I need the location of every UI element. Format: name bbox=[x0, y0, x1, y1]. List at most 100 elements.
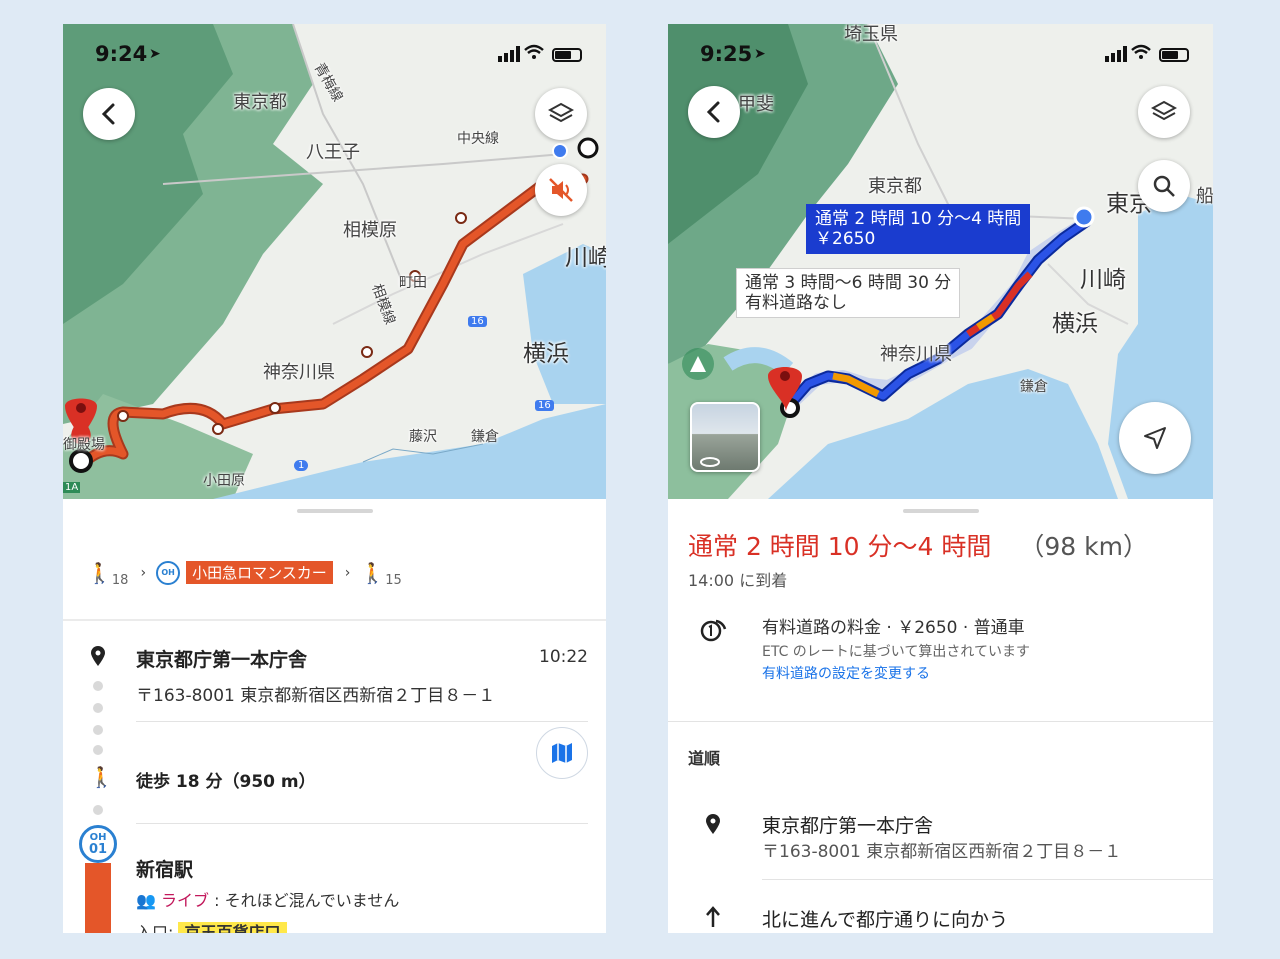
map-label: 横浜 bbox=[523, 341, 569, 367]
divider bbox=[136, 823, 588, 824]
walk-minutes: 15 bbox=[385, 573, 402, 588]
battery-icon bbox=[552, 48, 582, 62]
search-icon bbox=[1153, 175, 1175, 197]
layers-icon bbox=[1151, 100, 1177, 121]
map-label: 相模原 bbox=[343, 220, 397, 241]
alternate-route-callout[interactable]: 通常 3 時間〜6 時間 30 分 有料道路なし bbox=[736, 268, 961, 318]
map-label: 藤沢 bbox=[409, 429, 437, 445]
first-step[interactable]: 北に進んで都庁通りに向かう bbox=[762, 905, 1008, 932]
map-label: 川崎 bbox=[565, 245, 606, 271]
map-label: 中央線 bbox=[457, 131, 499, 147]
alternate-route-duration: 通常 3 時間〜6 時間 30 分 bbox=[745, 273, 952, 293]
live-crowd-status: 👥 ライブ : それほど混んでいません bbox=[136, 887, 399, 911]
walk-icon: 🚶 bbox=[87, 560, 112, 585]
divider bbox=[668, 721, 1213, 722]
battery-icon bbox=[1159, 48, 1189, 62]
selected-route-duration: 通常 2 時間 10 分〜4 時間 bbox=[815, 209, 1022, 229]
location-arrow-icon: ➤ bbox=[754, 46, 766, 62]
route-distance: （98 km） bbox=[1019, 532, 1148, 561]
map-label: 東京都 bbox=[233, 92, 287, 113]
driving-route-map[interactable]: 埼玉県 甲斐 東京都 東京 川崎 横浜 神奈川県 鎌倉 船 通常 2 時間 10… bbox=[668, 24, 1213, 499]
map-label: 船 bbox=[1196, 186, 1213, 207]
origin-time: 10:22 bbox=[539, 647, 588, 667]
map-label: 東京都 bbox=[868, 176, 922, 197]
status-time: 9:25 bbox=[700, 42, 753, 66]
street-view-thumbnail[interactable] bbox=[690, 402, 760, 472]
directions-origin-name: 東京都庁第一本庁舎 bbox=[762, 815, 934, 837]
directions-heading: 道順 bbox=[688, 749, 721, 768]
live-text: : それほど混んでいません bbox=[214, 891, 400, 910]
map-label: 八王子 bbox=[306, 142, 360, 163]
layers-icon bbox=[548, 102, 574, 123]
layers-button[interactable] bbox=[535, 88, 587, 140]
arrival-time: 14:00 に到着 bbox=[688, 571, 788, 590]
route-dot bbox=[93, 805, 103, 815]
change-toll-settings-link[interactable]: 有料道路の設定を変更する bbox=[762, 663, 930, 683]
volume-off-icon bbox=[549, 178, 573, 202]
chevron-left-icon bbox=[706, 101, 720, 123]
arrow-up-icon bbox=[706, 906, 720, 927]
status-time: 9:24 bbox=[95, 42, 148, 66]
people-icon: 👥 bbox=[136, 891, 162, 910]
map-label: 町田 bbox=[399, 275, 427, 291]
walk-map-button[interactable] bbox=[536, 727, 588, 779]
station-badge-number: 01 bbox=[88, 842, 108, 857]
chevron-left-icon bbox=[101, 103, 115, 125]
map-label: 鎌倉 bbox=[471, 429, 499, 445]
live-label: ライブ bbox=[161, 891, 210, 910]
chevron-right-icon: › bbox=[140, 564, 147, 581]
chevron-right-icon: › bbox=[344, 564, 351, 581]
status-bar: 9:24 ➤ bbox=[63, 42, 606, 70]
walk-duration: 徒歩 18 分（950 m） bbox=[136, 772, 316, 792]
layers-button[interactable] bbox=[1138, 86, 1190, 138]
selected-route-callout[interactable]: 通常 2 時間 10 分〜4 時間 ￥2650 bbox=[806, 204, 1031, 254]
sheet-handle[interactable] bbox=[296, 509, 373, 513]
back-button[interactable] bbox=[83, 88, 135, 140]
driving-details-sheet: 通常 2 時間 10 分〜4 時間 （98 km） 14:00 に到着 有料道路の… bbox=[668, 499, 1213, 933]
wifi-icon bbox=[1131, 44, 1151, 59]
back-button[interactable] bbox=[688, 86, 740, 138]
wifi-icon bbox=[524, 44, 544, 59]
search-button[interactable] bbox=[1138, 160, 1190, 212]
selected-route-toll: ￥2650 bbox=[815, 229, 876, 249]
sheet-handle[interactable] bbox=[902, 509, 979, 513]
map-label: 川崎 bbox=[1080, 267, 1126, 293]
toll-fee: 有料道路の料金 · ￥2650 · 普通車 bbox=[762, 618, 1025, 638]
route-shield: 1A bbox=[63, 482, 81, 493]
rotate-360-icon bbox=[700, 457, 720, 467]
route-duration-heading: 通常 2 時間 10 分〜4 時間 （98 km） bbox=[688, 527, 1148, 563]
divider bbox=[136, 721, 588, 722]
status-bar: 9:25 ➤ bbox=[668, 42, 1213, 70]
recenter-button[interactable] bbox=[1119, 402, 1191, 474]
origin-address: 〒163-8001 東京都新宿区西新宿２丁目８－１ bbox=[136, 686, 496, 706]
walk-minutes: 18 bbox=[111, 573, 129, 588]
toll-icon bbox=[700, 619, 727, 642]
directions-origin-address: 〒163-8001 東京都新宿区西新宿２丁目８－１ bbox=[762, 842, 1122, 862]
entrance-label: 入口: bbox=[136, 923, 179, 933]
map-label: 神奈川県 bbox=[263, 362, 335, 383]
right-phone-screen: 埼玉県 甲斐 東京都 東京 川崎 横浜 神奈川県 鎌倉 船 通常 2 時間 10… bbox=[668, 24, 1213, 933]
route-shield: 16 bbox=[535, 400, 554, 411]
transit-route-map[interactable]: 東京都 青梅線 八王子 中央線 相模原 相模線 町田 川崎 神奈川県 横浜 藤沢… bbox=[63, 24, 606, 499]
map-label: 鎌倉 bbox=[1020, 379, 1048, 395]
map-icon bbox=[552, 743, 572, 763]
alternate-route-note: 有料道路なし bbox=[745, 293, 847, 313]
line-badge: OH bbox=[156, 560, 181, 585]
route-shield: 16 bbox=[468, 316, 487, 327]
map-label: 甲斐 bbox=[738, 94, 774, 115]
route-dot bbox=[93, 725, 103, 735]
place-pin-icon bbox=[91, 646, 105, 666]
mute-button[interactable] bbox=[535, 164, 587, 216]
navigation-arrow-icon bbox=[1144, 427, 1166, 449]
station-badge: OH 01 bbox=[79, 825, 117, 863]
entrance-name: 京王百貨店口 bbox=[178, 922, 287, 933]
route-duration: 通常 2 時間 10 分〜4 時間 bbox=[688, 532, 992, 561]
signal-icon bbox=[498, 46, 520, 62]
line-name: 小田急ロマンスカー bbox=[186, 561, 333, 584]
location-arrow-icon: ➤ bbox=[149, 46, 161, 62]
walk-icon: 🚶 bbox=[360, 560, 386, 585]
rail-line-segment bbox=[85, 863, 111, 933]
origin-name: 東京都庁第一本庁舎 bbox=[136, 649, 308, 671]
route-steps-summary[interactable]: 🚶 18 › OH 小田急ロマンスカー › 🚶 15 bbox=[87, 557, 402, 588]
map-label: 御殿場 bbox=[63, 437, 105, 453]
